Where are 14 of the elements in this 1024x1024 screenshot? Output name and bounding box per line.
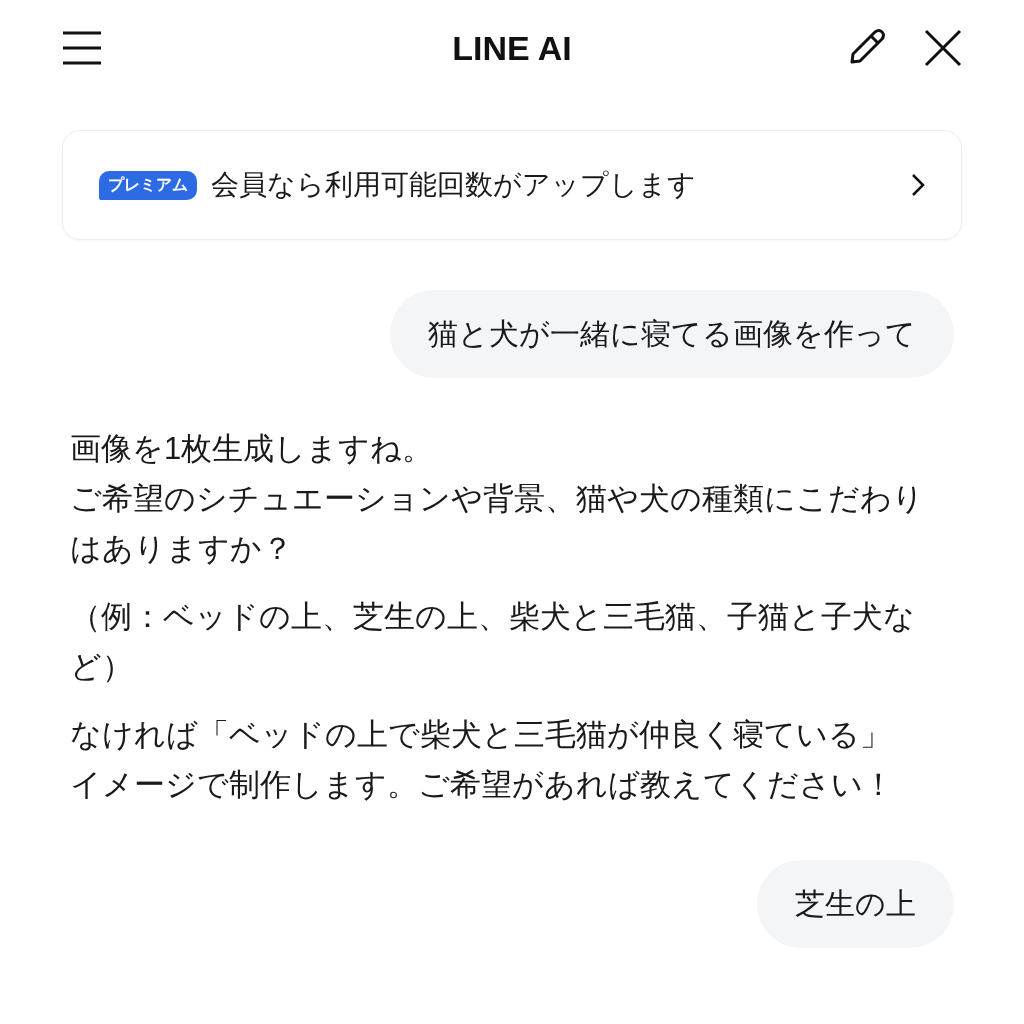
user-message-bubble: 猫と犬が一緒に寝てる画像を作って xyxy=(390,290,954,378)
user-message-bubble: 芝生の上 xyxy=(757,860,954,948)
ai-message-text: 画像を1枚生成しますね。 xyxy=(70,430,435,468)
premium-banner[interactable]: プレミアム 会員なら利用可能回数がアップします xyxy=(62,130,962,240)
ai-message-text: （例：ベッドの上、芝生の上、柴犬と三毛猫、子猫と子犬など） xyxy=(70,598,916,686)
ai-message-text: なければ「ベッドの上で柴犬と三毛猫が仲良く寝ている」 xyxy=(70,716,892,754)
ai-message-text: イメージで制作します。ご希望があれば教えてください！ xyxy=(70,766,895,804)
ai-message-text: ご希望のシチュエーションや背景、猫や犬の種類にこだわりはありますか？ xyxy=(70,480,925,568)
premium-badge: プレミアム xyxy=(99,170,197,200)
close-icon[interactable] xyxy=(924,29,962,67)
chevron-right-icon xyxy=(911,173,925,197)
app-title: LINE AI xyxy=(452,28,572,68)
menu-icon[interactable] xyxy=(62,31,102,65)
banner-text: 会員なら利用可能回数がアップします xyxy=(211,168,697,202)
